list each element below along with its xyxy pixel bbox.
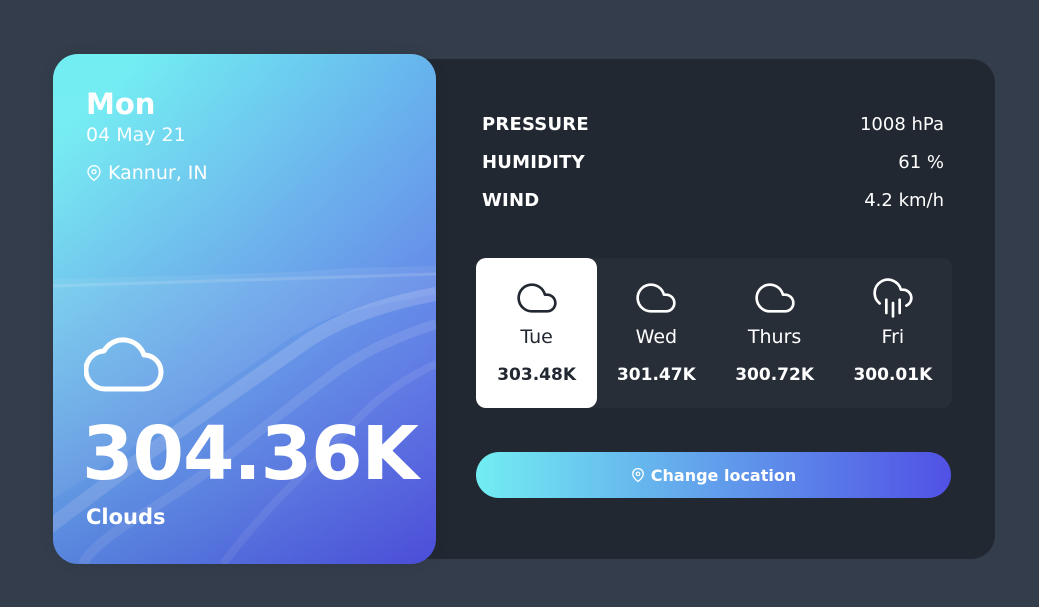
today-date: 04 May 21 xyxy=(86,124,186,146)
today-day: Mon xyxy=(86,87,156,121)
stat-name: WIND xyxy=(482,189,540,211)
forecast-day-name: Thurs xyxy=(747,326,802,348)
cloud-icon xyxy=(754,283,795,313)
map-pin-icon xyxy=(631,468,644,483)
today-stats: PRESSURE 1008 hPa HUMIDITY 61 % WIND 4.2… xyxy=(482,105,944,219)
stat-value: 1008 hPa xyxy=(859,113,944,135)
location-label: Kannur, IN xyxy=(108,162,208,184)
stat-value: 4.2 km/h xyxy=(864,189,944,211)
forecast-day-thurs[interactable]: Thurs 300.72K xyxy=(715,258,833,408)
forecast-day-temp: 300.01K xyxy=(853,365,933,385)
today-card: Mon 04 May 21 Kannur, IN 304.36K Clouds xyxy=(53,54,436,564)
stat-row-wind: WIND 4.2 km/h xyxy=(482,181,944,219)
cloud-icon xyxy=(516,283,557,313)
cloud-icon xyxy=(84,337,164,392)
forecast-day-temp: 301.47K xyxy=(616,365,696,385)
stat-row-humidity: HUMIDITY 61 % xyxy=(482,143,944,181)
forecast-day-name: Tue xyxy=(520,326,553,348)
cloud-icon xyxy=(636,283,676,313)
forecast-day-name: Wed xyxy=(635,326,678,348)
stat-value: 61 % xyxy=(898,151,944,173)
today-temperature: 304.36K xyxy=(82,411,419,497)
stat-name: HUMIDITY xyxy=(482,151,585,173)
today-description: Clouds xyxy=(86,505,166,529)
stat-row-pressure: PRESSURE 1008 hPa xyxy=(482,105,944,143)
today-content: Mon 04 May 21 Kannur, IN 304.36K Clouds xyxy=(53,54,436,564)
change-location-label: Change location xyxy=(650,465,797,485)
forecast-day-fri[interactable]: Fri 300.01K xyxy=(834,258,952,408)
change-location-button[interactable]: Change location xyxy=(476,452,951,498)
week-forecast: Tue 303.48K Wed 301.47K Thurs 300.72K Fr… xyxy=(476,258,952,408)
today-location: Kannur, IN xyxy=(86,160,208,186)
forecast-day-name: Fri xyxy=(881,326,905,348)
stat-name: PRESSURE xyxy=(482,113,589,135)
weather-app: Mon 04 May 21 Kannur, IN 304.36K Clouds … xyxy=(0,0,1039,607)
cloud-rain-icon xyxy=(873,278,913,318)
forecast-day-wed[interactable]: Wed 301.47K xyxy=(597,258,715,408)
forecast-day-temp: 300.72K xyxy=(735,365,814,385)
forecast-day-temp: 303.48K xyxy=(497,365,576,385)
map-pin-icon xyxy=(87,165,101,181)
forecast-day-tue[interactable]: Tue 303.48K xyxy=(476,258,598,408)
